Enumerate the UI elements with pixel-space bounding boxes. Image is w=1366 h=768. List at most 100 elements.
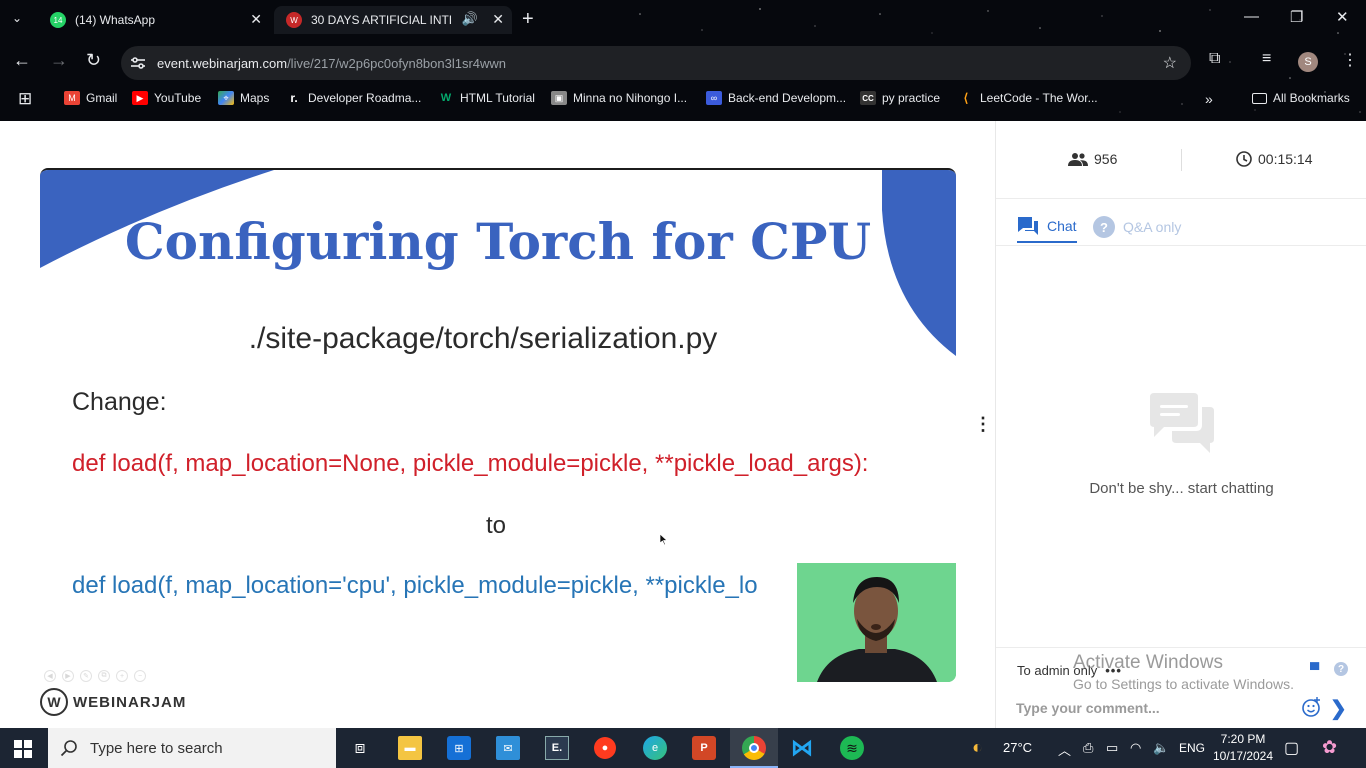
webinar-stage: Configuring Torch for CPU ./site-package… xyxy=(0,121,996,728)
attendee-count: 956 xyxy=(1068,151,1117,167)
apps-grid-icon[interactable]: ⊞ xyxy=(18,89,32,109)
stats-divider xyxy=(1181,149,1182,171)
powerpoint-icon[interactable]: P xyxy=(692,736,716,760)
close-tab-icon[interactable]: ✕ xyxy=(492,11,504,28)
restore-icon[interactable]: ❐ xyxy=(1290,8,1303,26)
bookmark-leetcode[interactable]: ⟨ LeetCode - The Wor... xyxy=(958,91,1098,105)
tray-overflow-chevron-icon[interactable]: ︿ xyxy=(1058,740,1071,759)
tab-title: (14) WhatsApp xyxy=(75,13,156,27)
vscode-icon[interactable]: ⋈ xyxy=(790,735,814,760)
webinarjam-icon: W xyxy=(286,12,302,28)
whatsapp-icon: 14 xyxy=(50,12,66,28)
new-tab-icon[interactable]: + xyxy=(522,8,534,31)
elapsed-time-value: 00:15:14 xyxy=(1258,151,1313,167)
reload-icon[interactable]: ↻ xyxy=(86,50,101,71)
windows-taskbar: Type here to search ⧈ ▬ ⊞ ✉ E. ● e P ⋈ ≋… xyxy=(0,728,1366,768)
mouse-cursor-icon xyxy=(660,534,668,546)
bookmark-label: Back-end Developm... xyxy=(728,91,847,105)
tab-qa-only[interactable]: ? Q&A only xyxy=(1093,211,1181,243)
taskbar-clock[interactable]: 7:20 PM 10/17/2024 xyxy=(1208,731,1278,765)
taskbar-search[interactable]: Type here to search xyxy=(48,728,336,768)
chat-bubbles-icon xyxy=(1149,393,1214,453)
bookmark-label: All Bookmarks xyxy=(1273,91,1350,105)
chrome-icon[interactable] xyxy=(742,736,766,760)
notifications-icon[interactable]: ▢ xyxy=(1284,738,1299,758)
microsoft-store-icon[interactable]: ⊞ xyxy=(447,736,471,760)
bookmark-backend-development[interactable]: ∞ Back-end Developm... xyxy=(706,91,846,105)
help-icon[interactable]: ? xyxy=(1334,662,1348,676)
record-icon[interactable]: ● xyxy=(594,737,616,759)
clock-date: 10/17/2024 xyxy=(1212,749,1274,763)
zoom-in-icon[interactable]: + xyxy=(116,670,128,682)
url-host: event.webinarjam.com xyxy=(157,55,288,71)
stage-options-menu-icon[interactable]: ⋮ xyxy=(970,406,996,442)
comment-input[interactable]: Type your comment... xyxy=(1016,700,1160,716)
extensions-icon[interactable]: ⧉ xyxy=(1209,50,1220,68)
back-icon[interactable]: ← xyxy=(13,50,31,71)
zoom-out-icon[interactable]: − xyxy=(134,670,146,682)
close-window-icon[interactable]: ✕ xyxy=(1336,8,1349,26)
tab-qa-label: Q&A only xyxy=(1123,219,1182,235)
mail-icon[interactable]: ✉ xyxy=(496,736,520,760)
spotify-icon[interactable]: ≋ xyxy=(840,736,864,760)
brand-name: WEBINARJAM xyxy=(73,693,187,711)
next-slide-icon[interactable]: ▶ xyxy=(62,670,74,682)
menu-icon[interactable]: ⋮ xyxy=(1342,50,1358,70)
people-icon xyxy=(1068,153,1088,166)
meet-now-icon[interactable]: ⎙ xyxy=(1083,740,1093,756)
image-icon: ▣ xyxy=(551,91,567,105)
site-info-icon[interactable] xyxy=(130,55,146,71)
bookmark-star-icon[interactable]: ☆ xyxy=(1163,53,1177,73)
forward-icon[interactable]: → xyxy=(50,50,68,71)
pen-icon[interactable]: ✎ xyxy=(80,670,92,682)
previous-slide-icon[interactable]: ◀ xyxy=(44,670,56,682)
bookmark-minna-no-nihongo[interactable]: ▣ Minna no Nihongo I... xyxy=(551,91,687,105)
bookmark-gmail[interactable]: M Gmail xyxy=(64,91,117,105)
send-icon[interactable]: ❯ xyxy=(1330,696,1347,721)
volume-icon[interactable]: 🔈 xyxy=(1153,740,1169,756)
more-bookmarks-chevron-icon[interactable]: » xyxy=(1205,91,1213,107)
chat-small-icon[interactable]: ▀ xyxy=(1310,662,1319,677)
language-indicator[interactable]: ENG xyxy=(1179,741,1205,755)
windows-start-icon[interactable] xyxy=(14,740,32,758)
presenter-video-icon xyxy=(797,563,956,682)
browser-chrome: ⌄ 14 (14) WhatsApp ✕ W 30 DAYS ARTIFICIA… xyxy=(0,0,1366,121)
webinarjam-logo-icon: W xyxy=(40,688,68,716)
copy-icon[interactable]: ⧉ xyxy=(98,670,110,682)
emoji-icon[interactable] xyxy=(1302,697,1322,717)
file-explorer-icon[interactable]: ▬ xyxy=(398,736,422,760)
tab-chat[interactable]: Chat xyxy=(1017,211,1077,243)
bookmark-youtube[interactable]: ▶ YouTube xyxy=(132,91,201,105)
speaker-icon[interactable]: 🔊 xyxy=(462,11,478,27)
media-control-icon[interactable]: ≡ xyxy=(1262,50,1271,68)
cc-icon: CC xyxy=(860,91,876,105)
presenter-webcam[interactable] xyxy=(797,563,956,682)
battery-icon[interactable]: ▭ xyxy=(1106,740,1118,756)
youtube-icon: ▶ xyxy=(132,91,148,105)
tab-webinar[interactable]: W 30 DAYS ARTIFICIAL INTELLI 🔊 ✕ xyxy=(274,6,512,34)
wifi-icon[interactable]: ◠ xyxy=(1130,740,1141,756)
attendee-count-value: 956 xyxy=(1094,151,1118,167)
windows-activation-watermark: Activate Windows Go to Settings to activ… xyxy=(1073,652,1294,692)
address-bar[interactable]: event.webinarjam.com/live/217/w2p6pc0ofy… xyxy=(121,46,1191,80)
minimize-icon[interactable]: — xyxy=(1244,8,1259,25)
bookmark-py-practice[interactable]: CC py practice xyxy=(860,91,940,105)
bookmark-label: YouTube xyxy=(154,91,202,105)
all-bookmarks-folder[interactable]: All Bookmarks xyxy=(1252,91,1350,105)
tab-chat-label: Chat xyxy=(1047,218,1077,234)
bookmark-developer-roadmaps[interactable]: r. Developer Roadma... xyxy=(286,91,421,105)
bookmark-maps[interactable]: ⌖ Maps xyxy=(218,91,269,105)
edge-icon[interactable]: e xyxy=(643,736,667,760)
weather-icon[interactable]: ◐ xyxy=(972,737,983,758)
session-stats: 956 00:15:14 xyxy=(996,121,1366,199)
task-view-icon[interactable]: ⧈ xyxy=(348,736,372,760)
tab-search-chevron-icon[interactable]: ⌄ xyxy=(12,11,22,25)
tab-whatsapp[interactable]: 14 (14) WhatsApp ✕ xyxy=(38,6,270,34)
terminal-icon[interactable]: E. xyxy=(545,736,569,760)
clock-time: 7:20 PM xyxy=(1220,732,1266,746)
copilot-icon[interactable]: ✿ xyxy=(1322,737,1337,758)
bookmark-html-tutorial[interactable]: W HTML Tutorial xyxy=(438,91,535,105)
weather-temperature[interactable]: 27°C xyxy=(1003,740,1032,755)
close-tab-icon[interactable]: ✕ xyxy=(250,11,262,28)
profile-avatar[interactable]: S xyxy=(1298,52,1318,72)
